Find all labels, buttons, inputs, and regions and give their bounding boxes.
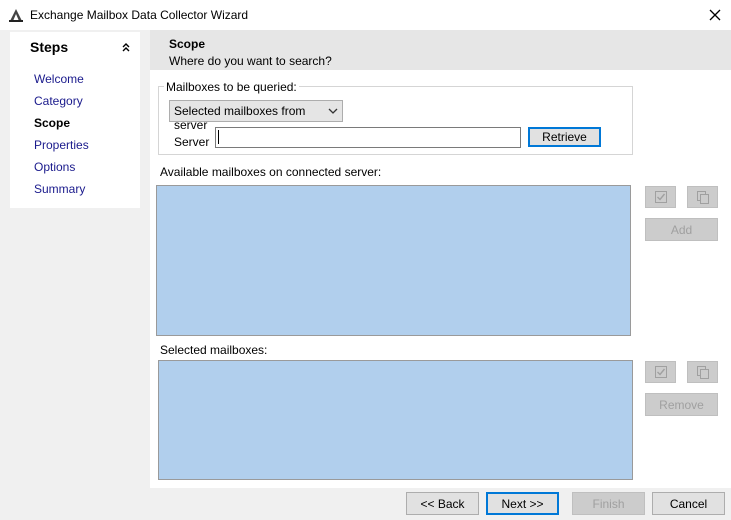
step-scope[interactable]: Scope [34,116,70,130]
window-title: Exchange Mailbox Data Collector Wizard [30,8,249,22]
copy-selected-button[interactable] [687,361,718,383]
steps-title: Steps [30,39,69,55]
step-properties[interactable]: Properties [34,138,89,152]
cancel-button[interactable]: Cancel [652,492,725,515]
mailbox-scope-select[interactable]: Selected mailboxes from server [169,100,343,132]
text-caret [218,130,219,144]
copy-icon [696,191,709,204]
page-header: Scope Where do you want to search? [150,30,731,70]
step-category[interactable]: Category [34,94,83,108]
check-all-icon [654,191,667,203]
title-bar: Exchange Mailbox Data Collector Wizard [0,0,731,30]
step-welcome[interactable]: Welcome [34,72,84,86]
available-mailboxes-label: Available mailboxes on connected server: [160,165,382,179]
page-subtitle: Where do you want to search? [169,54,332,68]
server-label: Server [174,135,210,149]
back-button[interactable]: << Back [406,492,479,515]
double-chevron-up-icon[interactable] [120,41,132,53]
check-all-selected-button[interactable] [645,361,676,383]
selected-mailboxes-label: Selected mailboxes: [160,343,268,357]
step-options[interactable]: Options [34,160,75,174]
next-button[interactable]: Next >> [486,492,559,515]
server-input[interactable] [215,127,521,148]
add-button[interactable]: Add [645,218,718,241]
available-mailboxes-list[interactable] [156,185,631,336]
page-title: Scope [169,37,206,51]
check-all-icon [654,366,667,378]
step-summary[interactable]: Summary [34,182,85,196]
close-icon [709,9,721,21]
finish-button[interactable]: Finish [572,492,645,515]
retrieve-button[interactable]: Retrieve [528,127,601,147]
copy-icon [696,366,709,379]
chevron-down-icon [328,108,338,114]
wizard-app-icon [9,9,23,22]
steps-panel: Steps Welcome Category Scope Properties … [10,32,140,208]
selected-mailboxes-list[interactable] [158,360,633,480]
query-group-label: Mailboxes to be queried: [164,80,299,94]
close-button[interactable] [699,0,731,30]
copy-available-button[interactable] [687,186,718,208]
remove-button[interactable]: Remove [645,393,718,416]
check-all-available-button[interactable] [645,186,676,208]
